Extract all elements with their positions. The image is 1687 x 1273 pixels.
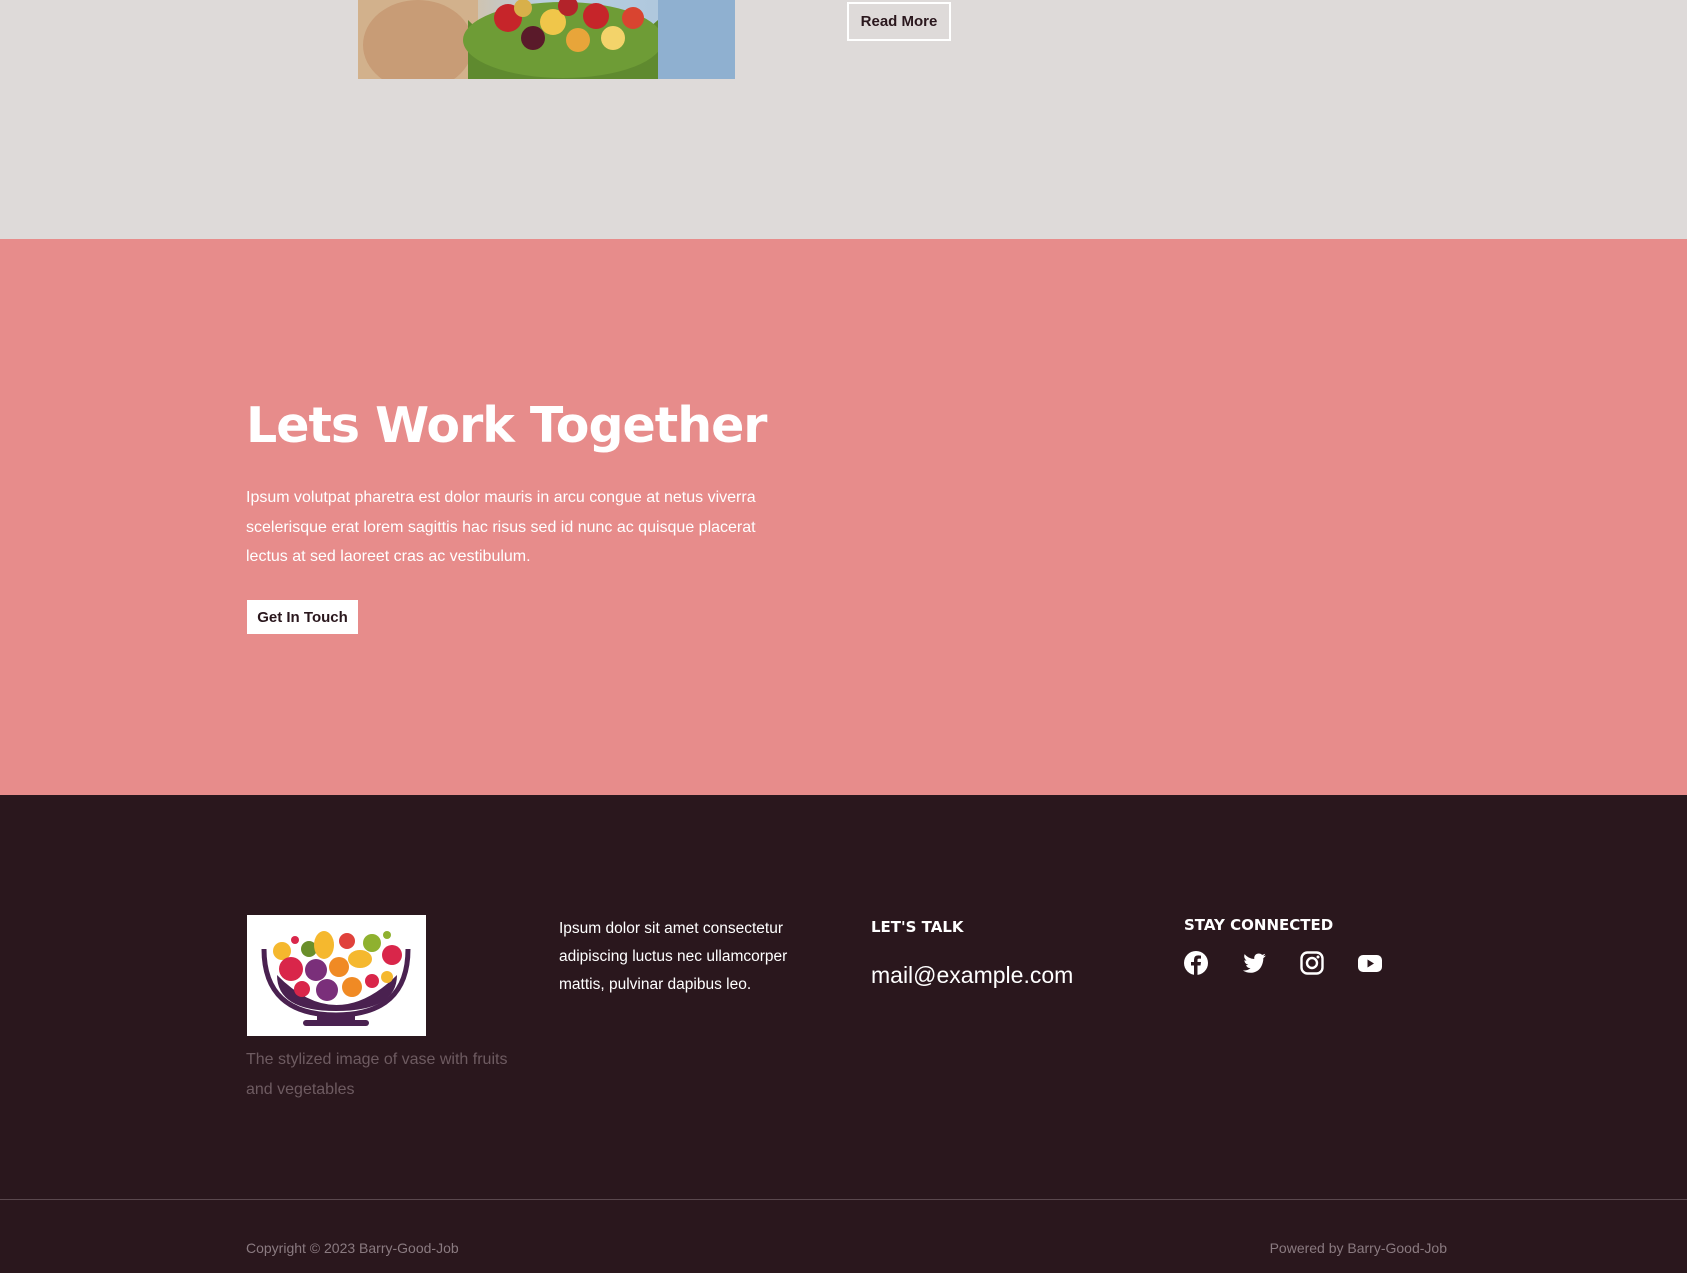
- instagram-icon[interactable]: [1299, 950, 1325, 976]
- cta-description: Ipsum volutpat pharetra est dolor mauris…: [246, 489, 756, 565]
- facebook-icon[interactable]: [1183, 950, 1209, 976]
- twitter-icon[interactable]: [1241, 950, 1267, 976]
- cta-section: Lets Work Together Ipsum volutpat pharet…: [0, 239, 1687, 795]
- footer-about-text: Ipsum dolor sit amet consectetur adipisc…: [559, 920, 788, 993]
- lets-talk-heading: LET'S TALK: [871, 918, 964, 936]
- fruit-bowl-logo[interactable]: [247, 915, 426, 1036]
- get-in-touch-button[interactable]: Get In Touch: [247, 600, 358, 634]
- featured-post-section: Read More: [0, 0, 1687, 239]
- powered-by-text: Powered by Barry-Good-Job: [1269, 1240, 1447, 1256]
- copyright-text: Copyright © 2023 Barry-Good-Job: [246, 1240, 459, 1256]
- contact-email-link[interactable]: mail@example.com: [871, 962, 1073, 989]
- cta-title: Lets Work Together: [246, 397, 767, 454]
- read-more-button[interactable]: Read More: [847, 2, 951, 41]
- stay-connected-heading: STAY CONNECTED: [1184, 916, 1334, 934]
- site-footer: The stylized image of vase with fruits a…: [0, 795, 1687, 1199]
- bottom-bar: Copyright © 2023 Barry-Good-Job Powered …: [0, 1199, 1687, 1273]
- logo-caption: The stylized image of vase with fruits a…: [246, 1051, 508, 1098]
- fruit-bowl-image[interactable]: [358, 0, 735, 79]
- youtube-icon[interactable]: [1357, 950, 1383, 976]
